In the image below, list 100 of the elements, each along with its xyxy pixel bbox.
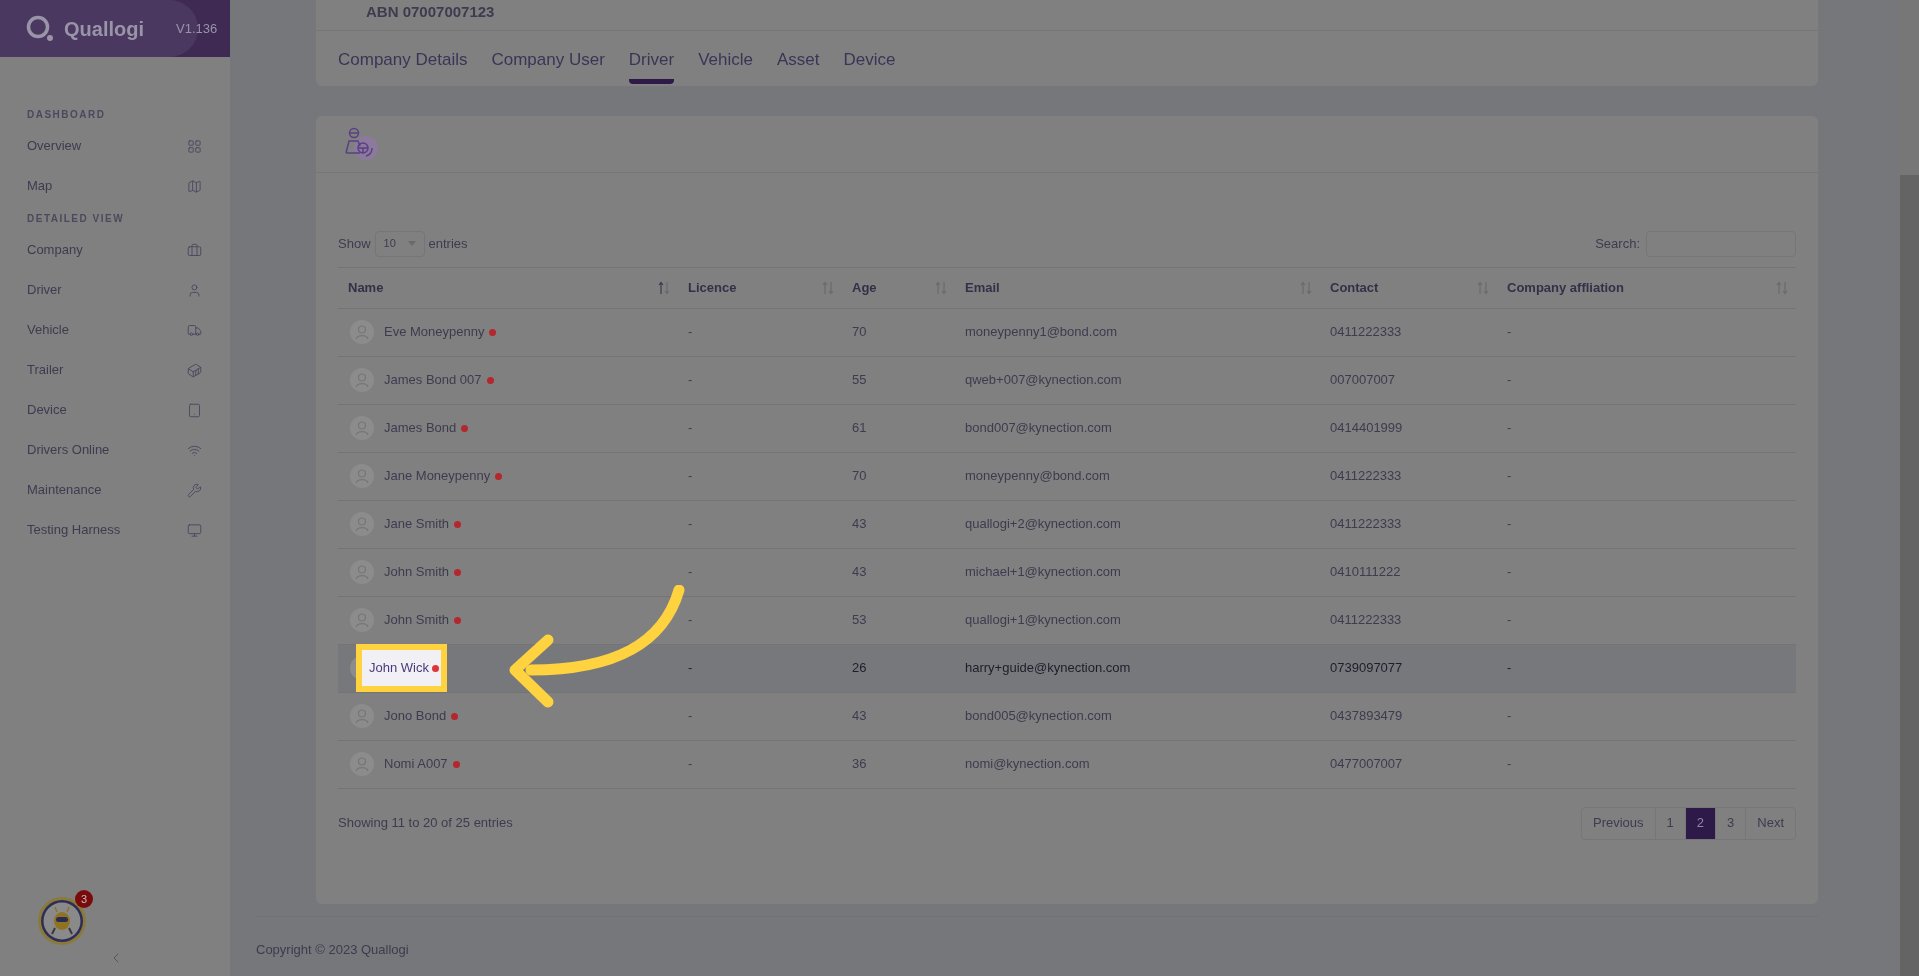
table-cell: - [688, 660, 693, 676]
table-row[interactable]: James Bond 007 - 55 qweb+007@kynection.com 007007007 - [338, 356, 1796, 405]
table-cell: - [688, 372, 693, 388]
table-cell: 0414401999 [1330, 420, 1403, 436]
truck-icon [187, 322, 202, 338]
copyright-text: Copyright © 2023 Quallogi [256, 941, 409, 957]
column-header[interactable]: Contact [1330, 277, 1379, 298]
column-header[interactable]: Age [852, 277, 877, 298]
table-cell: - [1507, 756, 1512, 772]
table-cell: - [1507, 660, 1512, 676]
section-heading: DASHBOARD [27, 107, 107, 122]
version-label: V1.136 [176, 19, 218, 38]
sidebar-item[interactable]: Overview [27, 126, 203, 166]
table-row[interactable]: John Wick - 26 harry+guide@kynection.com 0739097077 - [338, 644, 1796, 693]
table-cell: 53 [852, 612, 867, 628]
table-info: Showing 11 to 20 of 25 entries [338, 814, 513, 833]
brand-name: Quallogi [64, 16, 144, 42]
table-cell: - [1507, 612, 1512, 628]
table-cell: 26 [852, 660, 867, 676]
driver-name-link[interactable]: Eve Moneypenny [384, 322, 485, 342]
driver-name-link[interactable]: John Smith [384, 610, 450, 630]
table-row[interactable]: John Smith - 43 michael+1@kynection.com 0410111222 - [338, 548, 1796, 597]
page-size-select[interactable]: 10 [374, 230, 425, 257]
grid-icon [187, 138, 202, 154]
table-cell: - [1507, 516, 1512, 532]
sidebar-item[interactable]: Device [27, 390, 203, 430]
notification-badge: 3 [75, 890, 93, 908]
sidebar-item[interactable]: Driver [27, 270, 203, 310]
search-label: Search: [1595, 234, 1640, 253]
pagination-button[interactable]: 2 [1684, 807, 1716, 839]
table-cell: qweb+007@kynection.com [965, 372, 1122, 388]
sidebar-item[interactable]: Map [27, 166, 203, 206]
map-icon [187, 178, 202, 194]
driver-name-link[interactable]: Jono Bond [384, 706, 447, 726]
table-cell: 0437893479 [1330, 708, 1403, 724]
tab[interactable]: Device [843, 47, 896, 84]
table-row[interactable]: Jono Bond - 43 bond005@kynection.com 0437893479 - [338, 692, 1796, 741]
sidebar-item[interactable]: Company [27, 230, 203, 270]
table-cell: - [688, 564, 693, 580]
pagination-button[interactable]: Next [1745, 807, 1795, 839]
table-cell: nomi@kynection.com [965, 756, 1090, 772]
table-cell: 007007007 [1330, 372, 1396, 388]
table-cell: 0411222333 [1330, 516, 1402, 532]
sidebar-item[interactable]: Trailer [27, 350, 203, 390]
sidebar-item[interactable]: Drivers Online [27, 430, 203, 470]
driver-name-link[interactable]: John Wick [369, 658, 429, 678]
table-cell: harry+guide@kynection.com [965, 660, 1131, 676]
table-cell: - [688, 420, 693, 436]
tab[interactable]: Asset [777, 47, 820, 84]
tab[interactable]: Company Details [338, 47, 468, 84]
section-heading: DETAILED VIEW [27, 211, 126, 226]
table-cell: 0739097077 [1330, 660, 1403, 676]
driver-name-link[interactable]: Jane Moneypenny [384, 466, 491, 486]
table-cell: - [1507, 420, 1512, 436]
table-row[interactable]: Jane Smith - 43 quallogi+2@kynection.com 0411222333 - [338, 500, 1796, 549]
table-cell: 61 [852, 420, 867, 436]
sidebar-item[interactable]: Testing Harness [27, 510, 203, 550]
person-icon [187, 282, 202, 298]
pagination-button[interactable]: 1 [1654, 807, 1685, 839]
table-cell: 70 [852, 468, 867, 484]
tab[interactable]: Vehicle [698, 47, 753, 84]
table-row[interactable]: John Smith - 53 quallogi+1@kynection.com 0411222333 - [338, 596, 1796, 645]
tab[interactable]: Driver [628, 47, 675, 84]
table-row[interactable]: James Bond - 61 bond007@kynection.com 0414401999 - [338, 404, 1796, 453]
table-row[interactable]: Jane Moneypenny - 70 moneypenny@bond.com 0411222333 - [338, 452, 1796, 501]
table-cell: bond007@kynection.com [965, 420, 1112, 436]
table-cell: quallogi+2@kynection.com [965, 516, 1121, 532]
sort-icon[interactable] [658, 280, 670, 295]
table-cell: 0411222333 [1330, 612, 1402, 628]
column-header[interactable]: Name [348, 277, 384, 298]
column-header[interactable]: Email [965, 277, 1000, 298]
table-cell: - [1507, 564, 1512, 580]
table-cell: - [1507, 708, 1512, 724]
sidebar-item[interactable]: Vehicle [27, 310, 203, 350]
table-cell: 43 [852, 564, 867, 580]
table-cell: - [688, 708, 693, 724]
table-cell: moneypenny1@bond.com [965, 324, 1117, 340]
column-header[interactable]: Licence [688, 277, 737, 298]
driver-name-link[interactable]: James Bond 007 [384, 370, 482, 390]
robot-avatar-icon[interactable] [37, 896, 87, 946]
tab[interactable]: Company User [491, 47, 605, 84]
wifi-icon [187, 442, 202, 458]
driver-name-link[interactable]: James Bond [384, 418, 457, 438]
table-cell: 0410111222 [1330, 564, 1401, 580]
table-row[interactable]: Nomi A007 - 36 nomi@kynection.com 0477007007 - [338, 740, 1796, 789]
table-cell: bond005@kynection.com [965, 708, 1112, 724]
driver-name-link[interactable]: Jane Smith [384, 514, 450, 534]
pagination-button[interactable]: Previous [1582, 807, 1655, 839]
driver-name-link[interactable]: John Smith [384, 562, 450, 582]
pagination-button[interactable]: 3 [1715, 807, 1746, 839]
table-cell: quallogi+1@kynection.com [965, 612, 1121, 628]
sidebar-item[interactable]: Maintenance [27, 470, 203, 510]
table-row[interactable]: Eve Moneypenny - 70 moneypenny1@bond.com 0411222333 - [338, 308, 1796, 357]
driver-name-link[interactable]: Nomi A007 [384, 754, 448, 774]
driver-icon [344, 125, 380, 162]
table-cell: 43 [852, 516, 867, 532]
show-label: Show [338, 234, 371, 253]
column-header[interactable]: Company affliation [1507, 277, 1624, 298]
table-cell: moneypenny@bond.com [965, 468, 1110, 484]
table-cell: - [1507, 468, 1512, 484]
